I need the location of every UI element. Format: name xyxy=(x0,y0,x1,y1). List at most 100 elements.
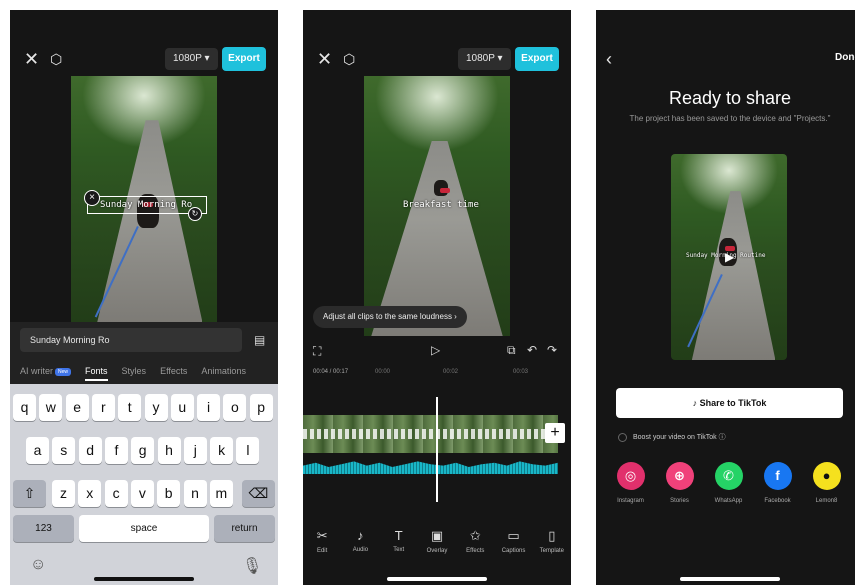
resolution-dropdown[interactable]: 1080P ▾ xyxy=(165,48,218,70)
keyboard-toggle-icon[interactable]: ▤ xyxy=(254,333,265,347)
timeline[interactable]: 00:04 / 00:17 00:00 00:02 00:03 + xyxy=(303,367,571,507)
close-icon[interactable]: ✕ xyxy=(24,50,39,68)
key-u[interactable]: u xyxy=(170,394,194,421)
tab-animations[interactable]: Animations xyxy=(201,366,246,381)
key-t[interactable]: t xyxy=(118,394,142,421)
playhead[interactable] xyxy=(436,397,438,502)
tool-template[interactable]: ▯ Template xyxy=(533,528,571,554)
key-q[interactable]: q xyxy=(13,394,36,421)
audio-icon: ♪ xyxy=(357,528,364,543)
play-icon[interactable]: ▷ xyxy=(431,343,440,357)
tab-ai-writer[interactable]: AI writer New xyxy=(20,366,72,381)
overlay-text[interactable]: Breakfast time xyxy=(403,200,479,210)
tool-overlay[interactable]: ▣ Overlay xyxy=(418,528,456,554)
audio-track[interactable] xyxy=(303,461,558,474)
text-input[interactable]: Sunday Morning Ro xyxy=(20,328,242,352)
key-f[interactable]: f xyxy=(104,437,128,464)
fullscreen-icon[interactable]: ⛶ xyxy=(313,344,321,359)
tool-captions[interactable]: ▭ Captions xyxy=(494,528,532,554)
key-x[interactable]: x xyxy=(78,480,102,507)
tool-effects[interactable]: ✩ Effects xyxy=(456,528,494,554)
play-icon[interactable]: ▶ xyxy=(725,250,734,264)
edit-icon: ✂ xyxy=(316,528,328,543)
tool-audio[interactable]: ♪ Audio xyxy=(341,528,379,554)
tool-text[interactable]: T Text xyxy=(380,528,418,554)
emoji-icon[interactable]: ☺ xyxy=(30,556,46,574)
close-icon[interactable]: ✕ xyxy=(317,50,332,68)
key-b[interactable]: b xyxy=(157,480,181,507)
tool-label: Audio xyxy=(352,547,369,553)
overlay-text[interactable]: Sunday Morning Ro xyxy=(100,200,192,210)
shift-key[interactable]: ⇧ xyxy=(13,480,46,507)
rotate-handle-icon[interactable]: ↻ xyxy=(188,207,202,221)
tab-effects[interactable]: Effects xyxy=(160,366,187,381)
share-lemon8[interactable]: ● Lemon8 xyxy=(802,462,851,504)
template-icon: ▯ xyxy=(548,528,556,543)
loudness-hint[interactable]: Adjust all clips to the same loudness › xyxy=(313,306,467,328)
page-subtitle: The project has been saved to the device… xyxy=(629,114,831,123)
key-i[interactable]: i xyxy=(197,394,221,421)
done-button[interactable]: Done xyxy=(835,52,855,63)
ruler-tick: 00:02 xyxy=(443,369,459,375)
key-w[interactable]: w xyxy=(39,394,63,421)
resolution-dropdown[interactable]: 1080P ▾ xyxy=(458,48,511,70)
key-p[interactable]: p xyxy=(249,394,273,421)
key-m[interactable]: m xyxy=(209,480,233,507)
delete-key[interactable]: ⌫ xyxy=(242,480,275,507)
back-icon[interactable]: ‹ xyxy=(606,50,612,68)
share-label: Lemon8 xyxy=(815,498,838,504)
text-panel: Sunday Morning Ro ▤ AI writer New Fonts S… xyxy=(10,322,278,384)
captions-icon: ▭ xyxy=(507,528,520,543)
numbers-key[interactable]: 123 xyxy=(13,515,74,542)
tiktok-icon: ♪ xyxy=(692,398,700,408)
export-button[interactable]: Export xyxy=(515,47,559,71)
keyframe-icon[interactable]: ⧉ xyxy=(507,343,516,358)
key-o[interactable]: o xyxy=(223,394,247,421)
key-h[interactable]: h xyxy=(157,437,181,464)
add-clip-button[interactable]: + xyxy=(545,423,565,443)
key-g[interactable]: g xyxy=(131,437,155,464)
time-readout: 00:04 / 00:17 xyxy=(313,369,349,375)
layers-icon[interactable]: ⬡ xyxy=(50,50,62,68)
key-y[interactable]: y xyxy=(144,394,168,421)
key-d[interactable]: d xyxy=(78,437,102,464)
tool-label: Template xyxy=(539,548,564,554)
tab-styles[interactable]: Styles xyxy=(122,366,147,381)
share-stories[interactable]: ⊕ Stories xyxy=(655,462,704,504)
undo-icon[interactable]: ↶ xyxy=(527,343,537,357)
tab-fonts[interactable]: Fonts xyxy=(85,366,108,381)
key-r[interactable]: r xyxy=(91,394,115,421)
key-z[interactable]: z xyxy=(52,480,75,507)
text-tabs: AI writer New Fonts Styles Effects Animat… xyxy=(20,366,246,381)
stories-icon: ⊕ xyxy=(665,462,694,490)
key-a[interactable]: a xyxy=(26,437,49,464)
key-k[interactable]: k xyxy=(210,437,234,464)
return-key[interactable]: return xyxy=(214,515,275,542)
share-facebook[interactable]: f Facebook xyxy=(753,462,802,504)
key-s[interactable]: s xyxy=(52,437,76,464)
phone-text-editor: ✕ ⬡ 1080P ▾ Export Sunday Morning Ro × ↻… xyxy=(10,10,278,585)
key-j[interactable]: j xyxy=(183,437,207,464)
tool-label: Overlay xyxy=(426,548,448,554)
layers-icon[interactable]: ⬡ xyxy=(343,50,355,68)
redo-icon[interactable]: ↷ xyxy=(547,343,557,357)
export-button[interactable]: Export xyxy=(222,47,266,71)
share-whatsapp[interactable]: ✆ WhatsApp xyxy=(704,462,753,504)
key-v[interactable]: v xyxy=(130,480,154,507)
share-targets: ◎ Instagram ⊕ Stories ✆ WhatsApp f Facebook ● Lem… xyxy=(606,462,851,504)
key-l[interactable]: l xyxy=(236,437,260,464)
ruler-tick: 00:00 xyxy=(375,369,391,375)
space-key[interactable]: space xyxy=(79,515,209,542)
boost-option[interactable]: Boost your video on TikTok ⓘ xyxy=(618,432,726,442)
microphone-icon[interactable]: 🎙 xyxy=(242,556,262,576)
tool-edit[interactable]: ✂ Edit xyxy=(303,528,341,554)
boost-checkbox[interactable] xyxy=(618,432,627,442)
share-to-tiktok-button[interactable]: ♪ Share to TikTok xyxy=(616,388,843,418)
delete-text-icon[interactable]: × xyxy=(84,190,100,206)
key-c[interactable]: c xyxy=(104,480,128,507)
share-instagram[interactable]: ◎ Instagram xyxy=(606,462,655,504)
clip-transitions xyxy=(303,429,558,439)
bottom-toolbar: ✂ Edit ♪ Audio T Text ▣ Overlay ✩ Effects ▭ Caption… xyxy=(303,528,571,554)
key-e[interactable]: e xyxy=(65,394,89,421)
key-n[interactable]: n xyxy=(183,480,207,507)
